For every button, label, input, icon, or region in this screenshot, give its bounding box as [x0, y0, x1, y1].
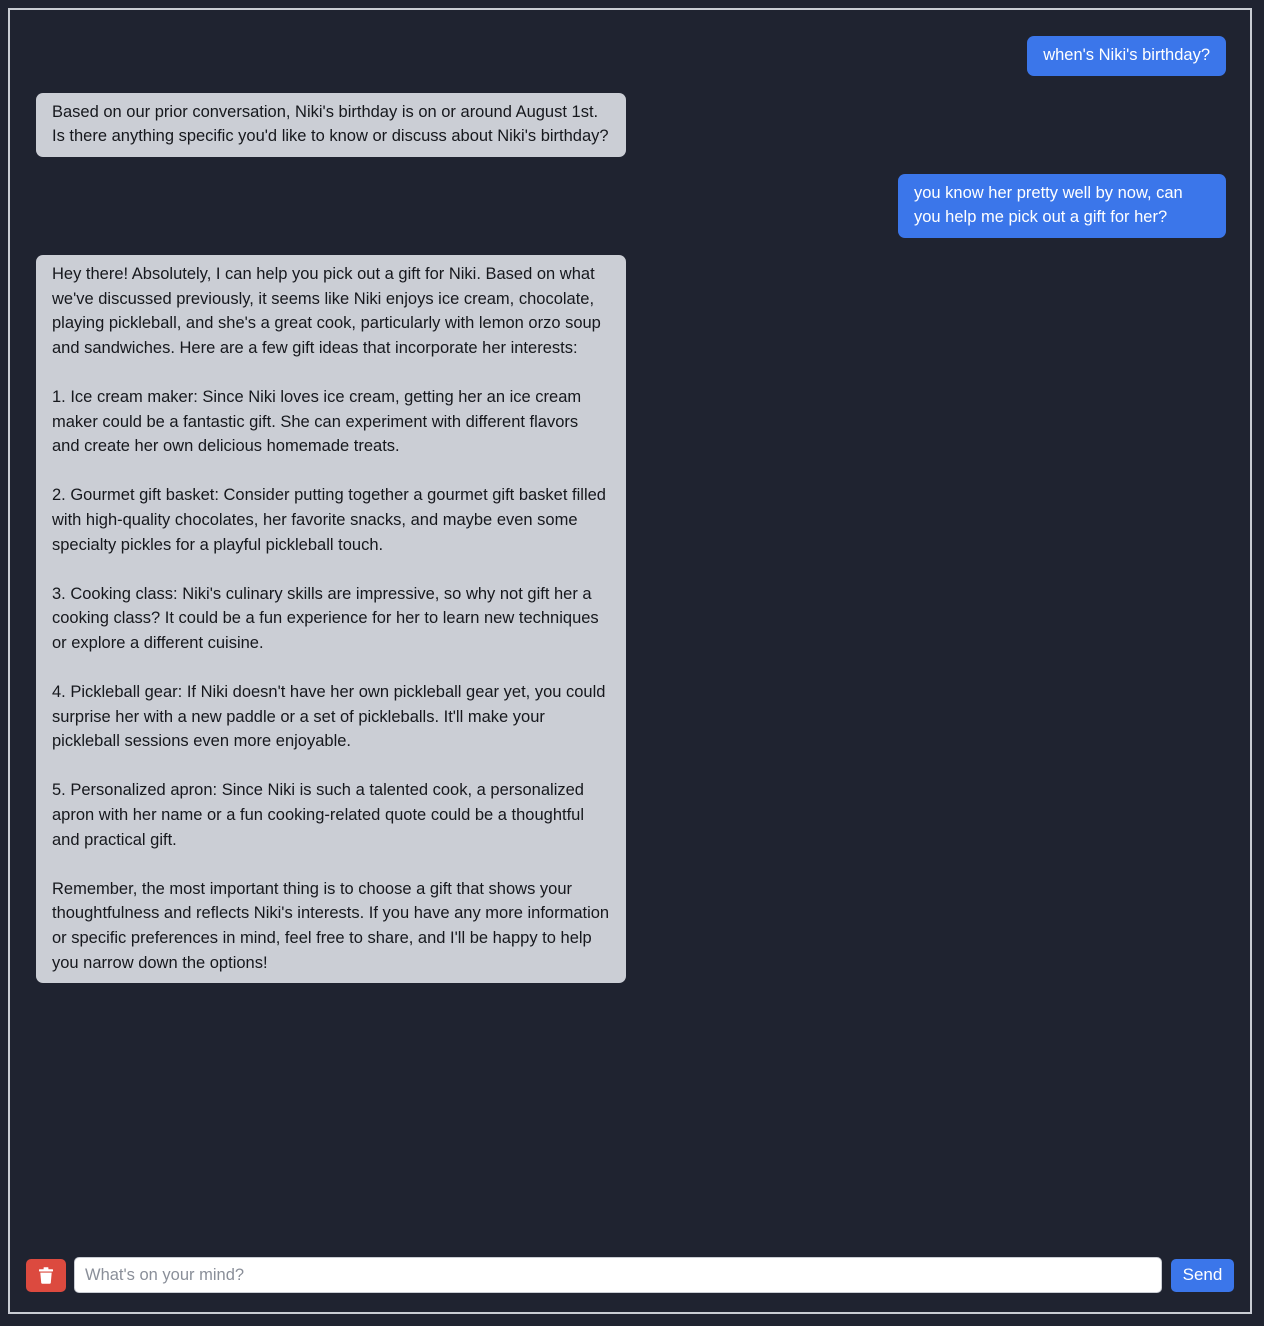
user-message: you know her pretty well by now, can you…: [898, 173, 1226, 238]
assistant-message: Hey there! Absolutely, I can help you pi…: [36, 254, 626, 984]
message-row-bot: Based on our prior conversation, Niki's …: [36, 92, 1226, 157]
composer-bar: Send: [26, 1256, 1234, 1294]
clear-chat-button[interactable]: [26, 1258, 66, 1292]
assistant-message: Based on our prior conversation, Niki's …: [36, 92, 626, 157]
message-row-user: when's Niki's birthday?: [36, 36, 1226, 76]
message-row-bot: Hey there! Absolutely, I can help you pi…: [36, 254, 1226, 984]
message-input[interactable]: [74, 1257, 1162, 1293]
chat-window: when's Niki's birthday? Based on our pri…: [8, 8, 1252, 1314]
message-row-user: you know her pretty well by now, can you…: [36, 173, 1226, 238]
trash-icon: [39, 1266, 53, 1284]
user-message: when's Niki's birthday?: [1027, 36, 1226, 76]
send-button[interactable]: Send: [1171, 1258, 1234, 1292]
message-list: when's Niki's birthday? Based on our pri…: [10, 10, 1250, 1242]
